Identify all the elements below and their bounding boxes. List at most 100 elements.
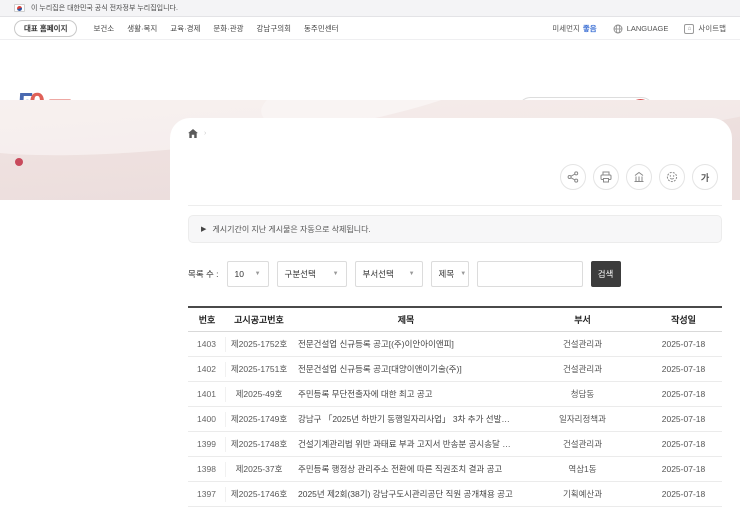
table-header: 번호 고시공고번호 제목 부서 작성일 <box>188 306 722 332</box>
search-field-select[interactable]: 제목 ▼ <box>430 261 469 287</box>
fine-dust-status: 미세먼지 좋음 <box>552 24 597 33</box>
header-title: 제목 <box>397 315 415 325</box>
header-date: 작성일 <box>671 315 696 325</box>
language-button[interactable]: LANGUAGE <box>613 24 668 34</box>
notice-number: 제2025-1746호 <box>230 489 288 499</box>
notice-title[interactable]: 강남구 「2025년 하반기 동행일자리사업」 3차 추가 선발자 공고 <box>292 413 520 425</box>
notice-title[interactable]: 2025년 제2회(38기) 강남구도시관리공단 직원 공개채용 공고 <box>292 488 520 500</box>
table-row: 1399 제2025-1748호 건설기계관리법 위반 과태료 부과 고지서 반송분… <box>188 432 722 457</box>
table-row: 1400 제2025-1749호 강남구 「2025년 하반기 동행일자리사업」 3… <box>188 407 722 432</box>
smile-face-icon <box>666 171 678 183</box>
breadcrumb-separator: › <box>204 130 207 137</box>
civic-building-icon <box>634 171 644 182</box>
gov-banner: 이 누리집은 대한민국 공식 전자정부 누리집입니다. <box>0 0 740 17</box>
notice-number: 제2025-1748호 <box>230 439 288 449</box>
utility-link-education[interactable]: 교육·경제 <box>170 23 200 34</box>
notice-table: 번호 고시공고번호 제목 부서 작성일 1403 제2025-1752호 전문건설업… <box>188 306 722 507</box>
list-filters: 목록 수 : 10 ▼ 구분선택 ▼ 부서선택 ▼ 제목 ▼ 검색 <box>188 261 621 287</box>
row-number: 1402 <box>188 361 226 377</box>
department: 청담동 <box>570 389 595 399</box>
department-select[interactable]: 부서선택 ▼ <box>354 261 423 287</box>
section-divider <box>188 205 722 206</box>
notice-text: 게시기간이 지난 게시물은 자동으로 삭제됩니다. <box>212 224 371 234</box>
chevron-down-icon: ▼ <box>460 271 467 277</box>
department: 건설관리과 <box>562 439 603 449</box>
row-number: 1398 <box>188 461 226 477</box>
notice-number: 제2025-1749호 <box>230 414 288 424</box>
list-count-label: 목록 수 : <box>188 269 219 279</box>
table-row: 1398 제2025-37호 주민등록 행정상 관리주소 전환에 따른 직권조치 결… <box>188 457 722 482</box>
share-icon <box>567 171 579 183</box>
breadcrumb: › <box>188 129 206 138</box>
notice-box: ▶ 게시기간이 지난 게시물은 자동으로 삭제됩니다. <box>188 215 722 243</box>
list-count-select[interactable]: 10 ▼ <box>226 261 269 287</box>
utility-bar: 대표 홈페이지 보건소 생활·복지 교육·경제 문화·관광 강남구의회 동주민센… <box>0 18 740 40</box>
notice-number: 제2025-1751호 <box>230 364 288 374</box>
globe-icon <box>613 24 623 33</box>
print-button[interactable] <box>593 164 619 190</box>
utility-link-council[interactable]: 강남구의회 <box>257 23 292 34</box>
content-card: › 가 ▶ 게시기간이 지난 게시물은 자동으로 삭제됩니다. 목록 수: 1… <box>170 118 732 507</box>
utility-link-health-center[interactable]: 보건소 <box>93 23 114 34</box>
civic-building-button[interactable] <box>626 164 652 190</box>
date: 2025-07-18 <box>661 439 706 449</box>
row-number: 1397 <box>188 486 226 502</box>
date: 2025-07-18 <box>661 464 706 474</box>
sitemap-button[interactable]: ⌂ 사이트맵 <box>684 23 726 34</box>
table-row: 1401 제2025-49호 주민등록 무단전출자에 대한 최고 공고 청담동 2025… <box>188 382 722 407</box>
date: 2025-07-18 <box>661 414 706 424</box>
print-icon <box>600 171 612 183</box>
page-tools: 가 <box>560 164 718 190</box>
row-number: 1400 <box>188 411 226 427</box>
category-select[interactable]: 구분선택 ▼ <box>276 261 347 287</box>
dust-status-value: 좋음 <box>582 24 597 33</box>
row-number: 1403 <box>188 336 226 352</box>
decorative-red-dot <box>15 158 23 166</box>
page: 이 누리집은 대한민국 공식 전자정부 누리집입니다. 대표 홈페이지 보건소 … <box>0 0 740 507</box>
table-body: 1403 제2025-1752호 전문건설업 신규등록 공고[(주)이안아이앤피] 건… <box>188 332 722 507</box>
main-homepage-button[interactable]: 대표 홈페이지 <box>14 20 78 37</box>
department: 건설관리과 <box>562 339 603 349</box>
date: 2025-07-18 <box>661 489 706 499</box>
date: 2025-07-18 <box>661 339 706 349</box>
gov-banner-text: 이 누리집은 대한민국 공식 전자정부 누리집입니다. <box>31 5 178 12</box>
utility-link-culture[interactable]: 문화·관광 <box>213 23 243 34</box>
satisfaction-button[interactable] <box>659 164 685 190</box>
font-size-button[interactable]: 가 <box>692 164 718 190</box>
date: 2025-07-18 <box>661 389 706 399</box>
header-number: 번호 <box>198 315 216 325</box>
chevron-down-icon: ▼ <box>332 271 339 277</box>
sitemap-icon: ⌂ <box>684 23 695 34</box>
notice-title[interactable]: 건설기계관리법 위반 과태료 부과 고지서 반송분 공시송달 공고 <box>292 438 520 450</box>
table-row: 1402 제2025-1751호 전문건설업 신규등록 공고[대양이앤이기술(주)]… <box>188 357 722 382</box>
date: 2025-07-18 <box>661 364 706 374</box>
notice-title[interactable]: 주민등록 무단전출자에 대한 최고 공고 <box>292 388 520 400</box>
row-number: 1399 <box>188 436 226 452</box>
notice-number: 제2025-1752호 <box>230 339 288 349</box>
table-row: 1403 제2025-1752호 전문건설업 신규등록 공고[(주)이안아이앤피] 건… <box>188 332 722 357</box>
utility-link-dong-office[interactable]: 동주민센터 <box>304 23 339 34</box>
department: 일자리정책과 <box>559 414 606 424</box>
table-row: 1397 제2025-1746호 2025년 제2회(38기) 강남구도시관리공단 … <box>188 482 722 507</box>
department: 역삼1동 <box>568 464 597 474</box>
row-number: 1401 <box>188 386 226 402</box>
chevron-down-icon: ▼ <box>408 271 415 277</box>
notice-title[interactable]: 전문건설업 신규등록 공고[대양이앤이기술(주)] <box>292 363 520 375</box>
notice-title[interactable]: 주민등록 행정상 관리주소 전환에 따른 직권조치 결과 공고 <box>292 463 520 475</box>
notice-title[interactable]: 전문건설업 신규등록 공고[(주)이안아이앤피] <box>292 338 520 350</box>
department: 건설관리과 <box>562 364 603 374</box>
chevron-down-icon: ▼ <box>254 271 261 277</box>
header-department: 부서 <box>574 315 591 325</box>
notice-number: 제2025-49호 <box>235 389 283 399</box>
header-notice-number: 고시공고번호 <box>234 315 284 325</box>
notice-number: 제2025-37호 <box>235 464 283 474</box>
notice-arrow-icon: ▶ <box>201 226 207 233</box>
share-button[interactable] <box>560 164 586 190</box>
utility-link-welfare[interactable]: 생활·복지 <box>127 23 157 34</box>
list-search-button[interactable]: 검색 <box>590 261 621 287</box>
keyword-input[interactable] <box>476 261 583 287</box>
department: 기획예산과 <box>562 489 603 499</box>
utility-links: 보건소 생활·복지 교육·경제 문화·관광 강남구의회 동주민센터 <box>93 23 338 34</box>
home-icon[interactable] <box>188 129 198 138</box>
main-header: 5 0 종합민원 소통·참여 행정·정보 강남소식 강남소개 분야별정보 로그인 <box>0 40 740 122</box>
